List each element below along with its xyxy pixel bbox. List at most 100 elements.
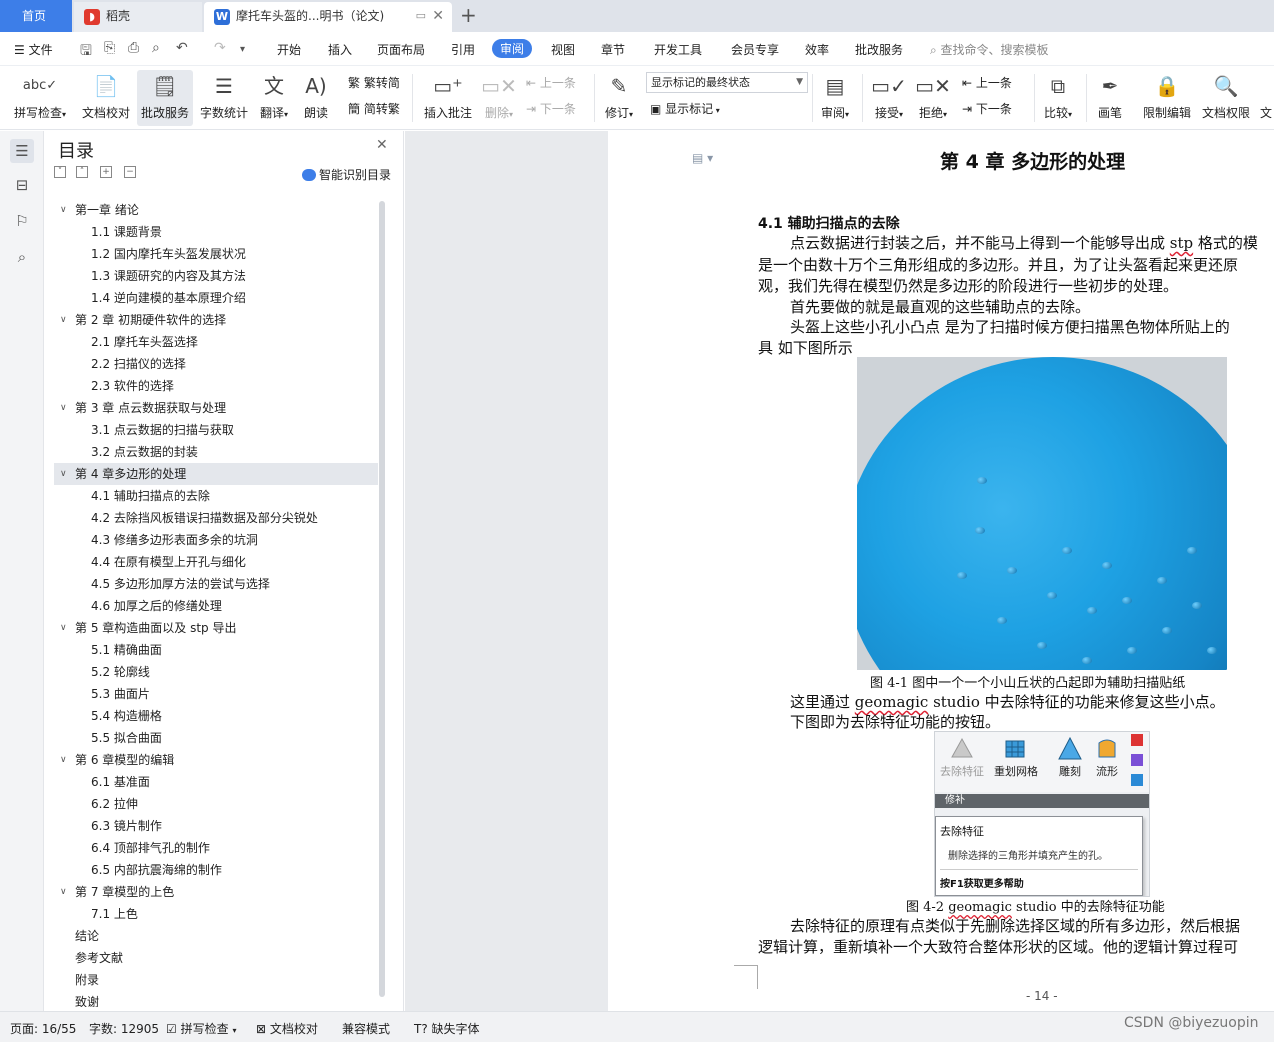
chevron-down-icon[interactable]: ∨ <box>60 749 67 771</box>
toc-item[interactable]: ∨ 第 4 章多边形的处理 <box>54 463 378 485</box>
toc-item[interactable]: 5.4 构造栅格 <box>54 705 378 727</box>
show-markup-button[interactable]: ▣ 显示标记 ▾ <box>650 100 720 117</box>
word-count-status[interactable]: 字数: 12905 <box>89 1020 159 1037</box>
toc-item[interactable]: 4.1 辅助扫描点的去除 <box>54 485 378 507</box>
chevron-down-icon[interactable]: ∨ <box>60 881 67 903</box>
restrict-edit-button[interactable]: 🔒 限制编辑 <box>1140 70 1194 126</box>
menu-review[interactable]: 审阅 <box>492 39 533 58</box>
toc-item[interactable]: 5.5 拟合曲面 <box>54 727 378 749</box>
overflow-button[interactable]: 文 <box>1258 70 1274 126</box>
trad-to-simp-button[interactable]: 繁 繁转简 <box>348 74 400 91</box>
toc-item[interactable]: 2.2 扫描仪的选择 <box>54 353 378 375</box>
preview-icon[interactable]: ⌕ <box>152 40 160 56</box>
insert-comment-button[interactable]: ▭⁺ 插入批注 <box>420 70 476 126</box>
toc-item[interactable]: ∨ 第 3 章 点云数据获取与处理 <box>54 397 378 419</box>
toc-item[interactable]: 附录 <box>54 969 378 991</box>
chevron-down-icon[interactable]: ∨ <box>60 463 67 485</box>
chevron-down-icon[interactable]: ∨ <box>60 309 67 331</box>
search-icon[interactable]: ⌕ <box>10 245 34 269</box>
toc-item[interactable]: 2.3 软件的选择 <box>54 375 378 397</box>
toc-item[interactable]: 6.3 镜片制作 <box>54 815 378 837</box>
save-icon[interactable]: 🖫 <box>80 40 92 64</box>
toc-item[interactable]: 4.6 加厚之后的修缮处理 <box>54 595 378 617</box>
delete-comment-button[interactable]: ▭✕ 删除▾ <box>480 70 518 126</box>
toc-item[interactable]: 6.4 顶部排气孔的制作 <box>54 837 378 859</box>
toc-panel-icon[interactable]: ☰ <box>10 139 34 163</box>
close-icon[interactable]: ✕ <box>432 2 444 30</box>
toc-item[interactable]: ∨ 第 7 章模型的上色 <box>54 881 378 903</box>
toc-item[interactable]: 结论 <box>54 925 378 947</box>
read-aloud-button[interactable]: A) 朗读 <box>298 70 334 126</box>
export-icon[interactable]: ⎘ <box>104 40 115 56</box>
spell-check-status[interactable]: ☑ 拼写检查 ▾ <box>166 1020 236 1037</box>
tab-document[interactable]: W 摩托车头盔的...明书（论文) ▭ ✕ <box>204 2 452 32</box>
doc-permission-button[interactable]: 🔍 文档权限 <box>1198 70 1254 126</box>
more-chevron-icon[interactable]: ▾ <box>240 44 245 55</box>
word-count-button[interactable]: ☰ 字数统计 <box>197 70 251 126</box>
proofread-status[interactable]: ⊠ 文档校对 <box>256 1020 318 1037</box>
markup-state-select[interactable]: 显示标记的最终状态 ▼ <box>646 72 808 93</box>
structure-icon[interactable]: ⊟ <box>10 173 34 197</box>
toc-item[interactable]: 4.2 去除挡风板错误扫描数据及部分尖锐处 <box>54 507 378 529</box>
spell-check-button[interactable]: abc✓ 拼写检查▾ <box>8 70 72 126</box>
undo-icon[interactable]: ↶ <box>176 40 188 56</box>
add-heading-icon[interactable]: + <box>100 166 112 178</box>
toc-item[interactable]: 6.5 内部抗震海绵的制作 <box>54 859 378 881</box>
doc-outline-icon[interactable]: ▤ ▾ <box>692 151 713 165</box>
toc-item[interactable]: 7.1 上色 <box>54 903 378 925</box>
compare-button[interactable]: ⧉ 比较▾ <box>1038 70 1078 126</box>
prev-comment-button[interactable]: ⇤ 上一条 <box>526 74 576 91</box>
menu-dev-tools[interactable]: 开发工具 <box>654 41 702 58</box>
prev-change-button[interactable]: ⇤ 上一条 <box>962 74 1012 91</box>
menu-view[interactable]: 视图 <box>551 41 575 58</box>
toc-item[interactable]: 4.4 在原有模型上开孔与细化 <box>54 551 378 573</box>
toc-item[interactable]: 1.2 国内摩托车头盔发展状况 <box>54 243 378 265</box>
toc-item[interactable]: 3.2 点云数据的封装 <box>54 441 378 463</box>
remove-heading-icon[interactable]: − <box>124 166 136 178</box>
toc-item[interactable]: ∨ 第 2 章 初期硬件软件的选择 <box>54 309 378 331</box>
toc-item[interactable]: 5.3 曲面片 <box>54 683 378 705</box>
bookmark-icon[interactable]: ⚐ <box>10 209 34 233</box>
toc-item[interactable]: 5.2 轮廓线 <box>54 661 378 683</box>
menu-layout[interactable]: 页面布局 <box>377 41 425 58</box>
toc-item[interactable]: 1.3 课题研究的内容及其方法 <box>54 265 378 287</box>
next-comment-button[interactable]: ⇥ 下一条 <box>526 100 576 117</box>
toc-item[interactable]: ∨ 第 5 章构造曲面以及 stp 导出 <box>54 617 378 639</box>
track-changes-button[interactable]: ✎ 修订▾ <box>600 70 638 126</box>
toc-item[interactable]: ∨ 第 6 章模型的编辑 <box>54 749 378 771</box>
ink-button[interactable]: ✒ 画笔 <box>1092 70 1128 126</box>
command-search[interactable]: ⌕ 查找命令、搜索模板 <box>930 41 1049 58</box>
toc-item[interactable]: ∨ 第一章 绪论 <box>54 199 378 221</box>
toc-item[interactable]: 1.4 逆向建模的基本原理介绍 <box>54 287 378 309</box>
chevron-down-icon[interactable]: ∨ <box>60 397 67 419</box>
print-icon[interactable]: ⎙ <box>128 40 139 56</box>
menu-grading[interactable]: 批改服务 <box>855 41 903 58</box>
review-pane-button[interactable]: ▤ 审阅▾ <box>816 70 854 126</box>
new-tab-icon[interactable]: + <box>460 3 477 27</box>
menu-efficiency[interactable]: 效率 <box>805 41 829 58</box>
menu-section[interactable]: 章节 <box>601 41 625 58</box>
menu-insert[interactable]: 插入 <box>328 41 352 58</box>
simp-to-trad-button[interactable]: 簡 简转繁 <box>348 100 400 117</box>
toc-item[interactable]: 1.1 课题背景 <box>54 221 378 243</box>
toc-item[interactable]: 2.1 摩托车头盔选择 <box>54 331 378 353</box>
menu-member[interactable]: 会员专享 <box>731 41 779 58</box>
redo-icon[interactable]: ↷ <box>214 40 226 56</box>
toc-item[interactable]: 6.1 基准面 <box>54 771 378 793</box>
smart-toc-button[interactable]: 智能识别目录 <box>302 166 391 183</box>
next-change-button[interactable]: ⇥ 下一条 <box>962 100 1012 117</box>
compat-mode-status[interactable]: 兼容模式 <box>342 1020 390 1037</box>
chevron-down-icon[interactable]: ∨ <box>60 617 67 639</box>
proofread-button[interactable]: 📄 文档校对 <box>78 70 134 126</box>
page-indicator[interactable]: 页面: 16/55 <box>10 1020 76 1037</box>
expand-up-icon[interactable]: ˄ <box>76 166 88 178</box>
toc-item[interactable]: 致谢 <box>54 991 378 1007</box>
toc-item[interactable]: 4.5 多边形加厚方法的尝试与选择 <box>54 573 378 595</box>
menu-reference[interactable]: 引用 <box>451 41 475 58</box>
toc-item[interactable]: 4.3 修缮多边形表面多余的坑洞 <box>54 529 378 551</box>
accept-button[interactable]: ▭✓ 接受▾ <box>870 70 908 126</box>
grading-service-button[interactable]: 🗒 批改服务 <box>137 70 193 126</box>
collapse-all-icon[interactable]: ˅ <box>54 166 66 178</box>
document-page[interactable]: ▤ ▾ 第 4 章 多边形的处理 4.1 辅助扫描点的去除 点云数据进行封装之后… <box>608 131 1274 1011</box>
toc-item[interactable]: 参考文献 <box>54 947 378 969</box>
